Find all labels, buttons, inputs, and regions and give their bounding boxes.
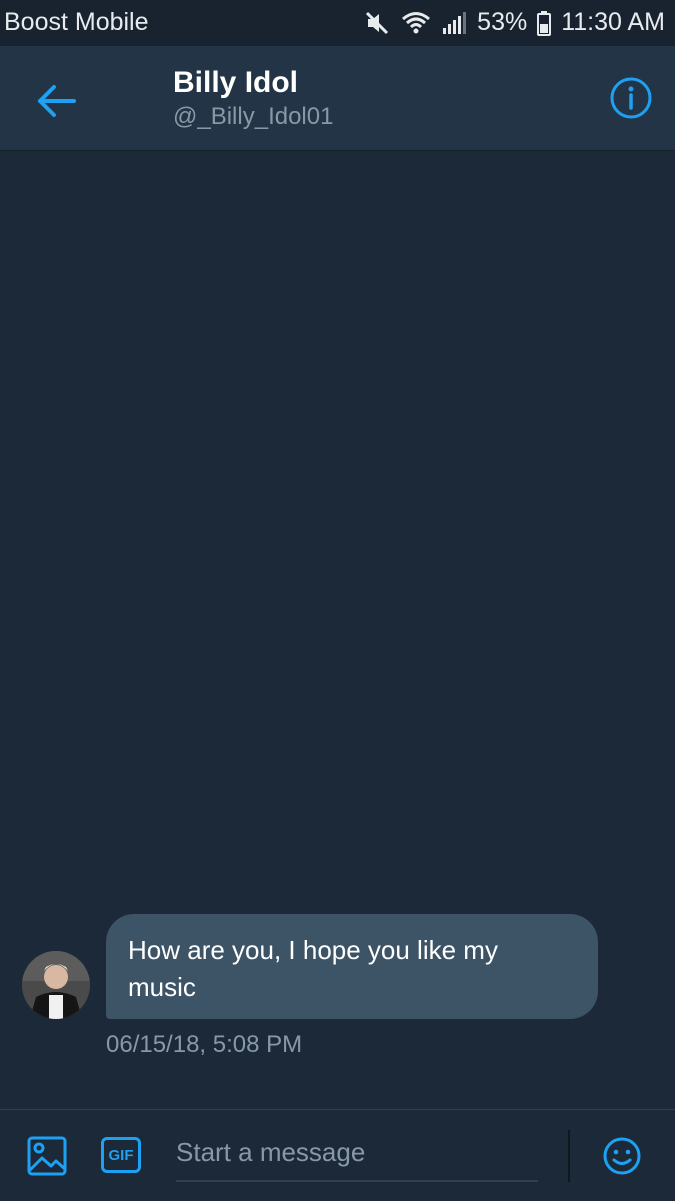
info-button[interactable] <box>609 76 653 120</box>
image-icon <box>27 1136 67 1176</box>
add-media-button[interactable] <box>27 1136 67 1176</box>
back-button[interactable] <box>34 82 78 120</box>
message-bubble[interactable]: How are you, I hope you like my music <box>106 914 598 1019</box>
status-icons: 53% 11:30 AM <box>365 8 665 37</box>
contact-handle: @_Billy_Idol01 <box>173 103 334 130</box>
wifi-icon <box>402 11 431 33</box>
composer-divider <box>568 1130 570 1182</box>
info-icon <box>610 77 652 119</box>
conversation-header: Billy Idol @_Billy_Idol01 <box>0 46 675 151</box>
gif-button[interactable]: GIF <box>101 1137 141 1173</box>
clock: 11:30 AM <box>561 8 665 36</box>
mute-icon <box>366 11 389 34</box>
signal-icon <box>443 11 467 34</box>
contact-info[interactable]: Billy Idol @_Billy_Idol01 <box>173 66 333 132</box>
arrow-left-icon <box>38 85 76 117</box>
avatar-image <box>22 951 90 1019</box>
battery-icon <box>537 10 552 36</box>
carrier-label: Boost Mobile <box>4 8 149 36</box>
smiley-icon <box>603 1137 641 1175</box>
message-text: How are you, I hope you like my music <box>128 935 498 1002</box>
message-input[interactable] <box>176 1124 538 1182</box>
emoji-button[interactable] <box>602 1136 642 1176</box>
avatar[interactable] <box>22 951 90 1019</box>
message-timestamp: 06/15/18, 5:08 PM <box>106 1031 303 1058</box>
status-bar: Boost Mobile 53% 11:30 AM <box>0 0 675 46</box>
battery-percent: 53% <box>477 8 528 36</box>
contact-name: Billy Idol <box>173 66 299 99</box>
message-composer: GIF <box>0 1109 675 1201</box>
